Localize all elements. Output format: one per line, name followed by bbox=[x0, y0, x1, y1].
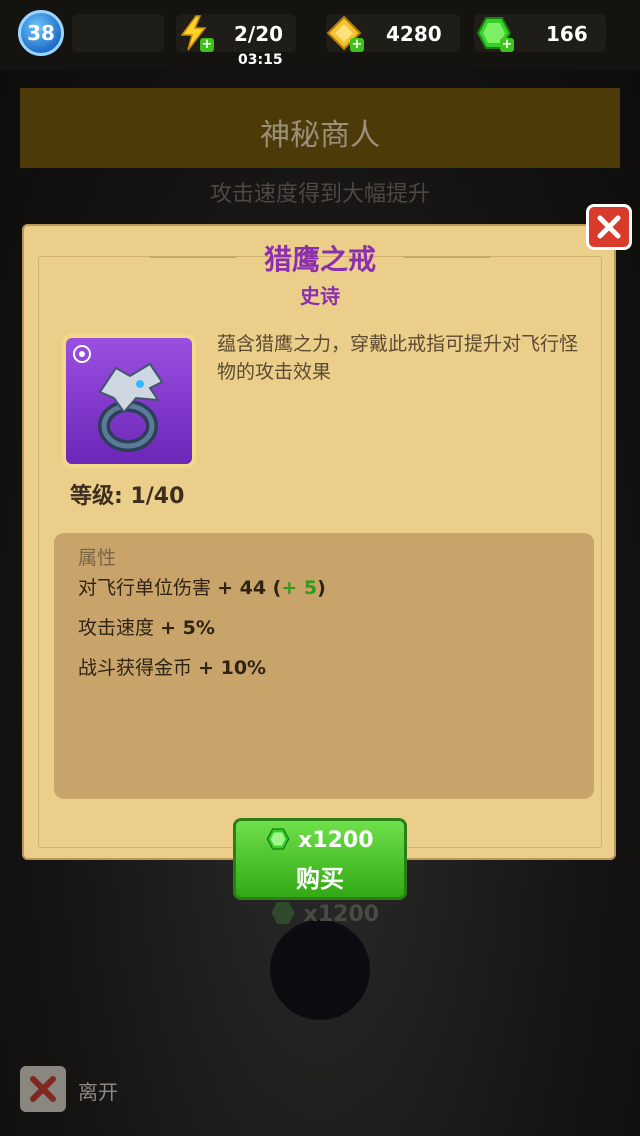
leave-label[interactable]: 离开 bbox=[78, 1076, 118, 1105]
attribute-bonus: + 5 bbox=[281, 577, 318, 599]
attribute-label: 攻击速度 bbox=[78, 617, 155, 639]
buy-button[interactable]: x1200 购买 bbox=[233, 818, 407, 900]
gold-add-button[interactable]: + bbox=[326, 14, 364, 52]
item-level: 等级: 1/40 bbox=[70, 484, 185, 509]
close-icon bbox=[30, 1076, 56, 1102]
attribute-label: 对飞行单位伤害 bbox=[78, 577, 212, 599]
item-name: 猎鹰之戒 bbox=[263, 243, 376, 276]
item-icon bbox=[62, 334, 196, 468]
attribute-value: + 44 ( bbox=[217, 577, 282, 599]
energy-timer: 03:15 bbox=[238, 52, 283, 68]
buy-price: x1200 bbox=[236, 827, 404, 853]
ring-icon bbox=[73, 345, 164, 452]
attribute-row: 攻击速度 + 5% bbox=[78, 613, 215, 640]
background-price-value: x1200 bbox=[303, 902, 380, 927]
hud-slot-empty bbox=[72, 14, 164, 52]
shop-subtitle: 攻击速度得到大幅提升 bbox=[209, 182, 430, 207]
attributes-panel: 属性 对飞行单位伤害 + 44 (+ 5) 攻击速度 + 5% 战斗获得金币 +… bbox=[54, 533, 594, 799]
attribute-value: + 10% bbox=[198, 657, 267, 679]
energy-value: 2/20 bbox=[234, 22, 284, 46]
shop-title: 神秘商人 bbox=[260, 118, 380, 153]
attribute-row: 对飞行单位伤害 + 44 (+ 5) bbox=[78, 573, 326, 600]
top-hud: 38 + 2/20 03:15 + 4280 + 166 bbox=[0, 0, 640, 70]
background-price: x1200 bbox=[270, 900, 379, 927]
close-icon bbox=[597, 215, 621, 239]
plus-icon: + bbox=[500, 37, 514, 52]
buy-label: 购买 bbox=[296, 865, 344, 893]
attributes-header: 属性 bbox=[78, 547, 117, 569]
item-description: 蕴含猎鹰之力，穿戴此戒指可提升对飞行怪物的攻击效果 bbox=[217, 333, 579, 383]
energy-add-button[interactable]: + bbox=[176, 14, 214, 52]
gold-value: 4280 bbox=[386, 22, 442, 46]
item-rarity: 史诗 bbox=[300, 284, 340, 308]
background-item-slot bbox=[270, 920, 370, 1020]
buy-price-value: x1200 bbox=[298, 828, 374, 853]
attribute-label: 战斗获得金币 bbox=[78, 657, 193, 679]
attribute-value: + 5% bbox=[160, 617, 215, 639]
leave-button[interactable] bbox=[20, 1066, 66, 1112]
attribute-suffix: ) bbox=[317, 577, 326, 599]
gem-add-button[interactable]: + bbox=[476, 14, 514, 52]
player-level: 38 bbox=[27, 21, 55, 45]
gem-icon bbox=[267, 828, 290, 850]
plus-icon: + bbox=[200, 37, 214, 52]
gem-icon bbox=[271, 902, 295, 924]
attribute-row: 战斗获得金币 + 10% bbox=[78, 653, 266, 680]
gem-value: 166 bbox=[546, 22, 588, 46]
player-level-badge[interactable]: 38 bbox=[18, 10, 64, 56]
plus-icon: + bbox=[350, 37, 364, 52]
shop-banner: 神秘商人 bbox=[20, 88, 620, 168]
